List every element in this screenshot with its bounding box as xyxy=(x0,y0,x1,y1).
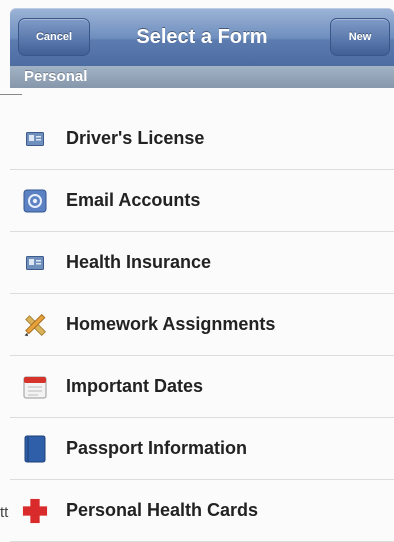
list-item-label: Important Dates xyxy=(66,376,204,396)
calendar-icon xyxy=(22,374,48,400)
divider xyxy=(0,94,22,95)
list-item-label: Driver's License xyxy=(66,128,205,148)
list-item-personal-health-cards[interactable]: Personal Health Cards xyxy=(10,480,394,542)
email-icon xyxy=(22,188,48,214)
new-button[interactable]: New xyxy=(330,18,390,56)
red-cross-icon xyxy=(22,498,48,524)
pencil-ruler-icon xyxy=(22,312,48,338)
list-item-email-accounts[interactable]: Email Accounts xyxy=(10,170,394,232)
section-header-personal: Personal xyxy=(10,66,394,88)
list-item-label: Health Insurance xyxy=(66,252,212,272)
list-item-health-insurance[interactable]: Health Insurance xyxy=(10,232,394,294)
passport-icon xyxy=(22,435,48,462)
list-item-label: Passport Information xyxy=(66,438,248,458)
list-item-label: Homework Assignments xyxy=(66,314,276,334)
list-item-homework-assignments[interactable]: Homework Assignments xyxy=(10,294,394,356)
id-card-icon xyxy=(22,250,48,276)
list-item-label: Email Accounts xyxy=(66,190,201,210)
navigation-bar: Cancel Select a Form New xyxy=(10,8,394,70)
forms-list: Driver's License Email Accounts Health I… xyxy=(10,108,394,542)
list-item-passport-information[interactable]: Passport Information xyxy=(10,418,394,480)
list-item-important-dates[interactable]: Important Dates xyxy=(10,356,394,418)
id-card-icon xyxy=(22,126,48,152)
list-item-label: Personal Health Cards xyxy=(66,500,259,520)
edge-text: tt xyxy=(0,504,9,521)
list-item-drivers-license[interactable]: Driver's License xyxy=(10,108,394,170)
